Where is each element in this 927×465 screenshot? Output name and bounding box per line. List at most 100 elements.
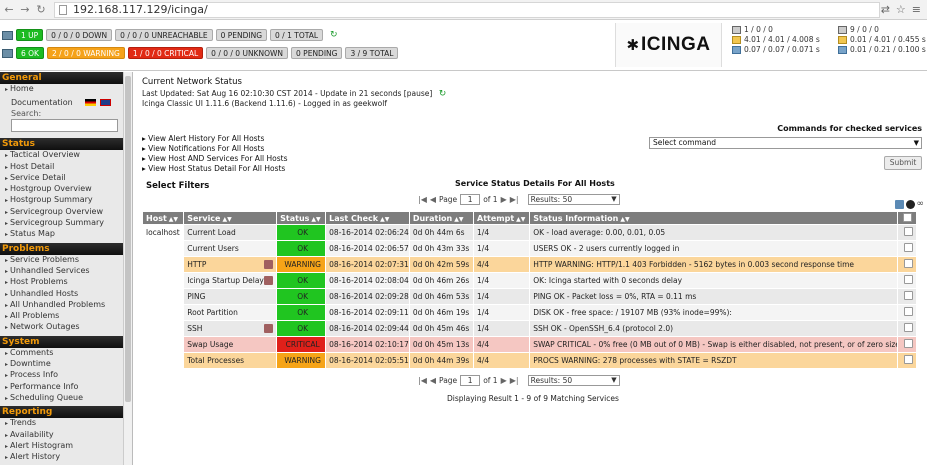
- sidebar-item-unhandled-hosts[interactable]: ▸ Unhandled Hosts: [0, 289, 132, 300]
- sidebar-item-all-problems[interactable]: ▸ All Problems: [0, 311, 132, 322]
- host-cell[interactable]: localhost: [141, 224, 185, 241]
- link-notifications[interactable]: ▸ View Notifications For All Hosts: [142, 144, 287, 154]
- service-pill-0-0-0-unknown[interactable]: 0 / 0 / 0 UNKNOWN: [206, 47, 289, 59]
- documentation-label[interactable]: Documentation: [11, 98, 73, 107]
- refresh-icon[interactable]: ↻: [439, 89, 447, 99]
- reload-icon[interactable]: ↻: [34, 3, 48, 16]
- service-cell[interactable]: Swap Usage: [183, 336, 278, 353]
- checkbox-icon[interactable]: [904, 355, 914, 364]
- row-checkbox-cell[interactable]: [897, 224, 917, 241]
- column-header-last-check[interactable]: Last Check ▲▼: [325, 211, 410, 225]
- results-select[interactable]: Results: 50 ▼: [527, 194, 620, 205]
- service-cell[interactable]: Total Processes: [183, 352, 278, 369]
- sidebar-item-scheduling-queue[interactable]: ▸ Scheduling Queue: [0, 393, 132, 404]
- english-flag-icon[interactable]: [99, 98, 111, 106]
- sidebar-item-trends[interactable]: ▸ Trends: [0, 418, 132, 429]
- command-select[interactable]: Select command ▼: [649, 137, 922, 149]
- link-alert-history[interactable]: ▸ View Alert History For All Hosts: [142, 134, 287, 144]
- service-name[interactable]: Current Load: [187, 228, 236, 237]
- checkbox-icon[interactable]: [904, 291, 914, 300]
- service-name[interactable]: HTTP: [187, 260, 206, 269]
- row-checkbox-cell[interactable]: [897, 288, 917, 305]
- service-cell[interactable]: Current Users: [183, 240, 278, 257]
- service-name[interactable]: SSH: [187, 324, 202, 333]
- checkbox-icon[interactable]: [904, 307, 914, 316]
- next-page-icon[interactable]: ▶: [501, 376, 507, 385]
- column-header-status-information[interactable]: Status Information ▲▼: [529, 211, 899, 225]
- sidebar-item-home[interactable]: ▸ Home: [0, 84, 132, 95]
- sidebar-item-unhandled-services[interactable]: ▸ Unhandled Services: [0, 266, 132, 277]
- service-pill-3-9-total[interactable]: 3 / 9 TOTAL: [345, 47, 399, 59]
- last-page-icon[interactable]: ▶|: [510, 376, 519, 385]
- service-name[interactable]: Total Processes: [187, 356, 244, 365]
- scrollbar-thumb[interactable]: [125, 76, 131, 402]
- service-cell[interactable]: HTTP: [183, 256, 278, 273]
- host-pill-0-0-0-down[interactable]: 0 / 0 / 0 DOWN: [46, 29, 113, 41]
- column-header-host[interactable]: Host ▲▼: [141, 211, 185, 225]
- sidebar-item-service-detail[interactable]: ▸ Service Detail: [0, 173, 132, 184]
- sidebar-item-downtime[interactable]: ▸ Downtime: [0, 359, 132, 370]
- select-filters-link[interactable]: Select Filters: [146, 181, 209, 191]
- page-input[interactable]: 1: [460, 194, 481, 205]
- row-checkbox-cell[interactable]: [897, 256, 917, 273]
- service-pill-6-ok[interactable]: 6 OK: [16, 47, 44, 59]
- link-host-and-services[interactable]: ▸ View Host AND Services For All Hosts: [142, 154, 287, 164]
- host-pill-0-0-0-unreachable[interactable]: 0 / 0 / 0 UNREACHABLE: [115, 29, 213, 41]
- next-page-icon[interactable]: ▶: [501, 195, 507, 204]
- service-cell[interactable]: Root Partition: [183, 304, 278, 321]
- export-icon[interactable]: [894, 199, 904, 209]
- checkbox-icon[interactable]: [904, 275, 914, 284]
- checkbox-icon[interactable]: [902, 212, 912, 222]
- column-header-status[interactable]: Status ▲▼: [276, 211, 327, 225]
- sidebar-item-host-problems[interactable]: ▸ Host Problems: [0, 277, 132, 288]
- service-name[interactable]: Swap Usage: [187, 340, 233, 349]
- row-checkbox-cell[interactable]: [897, 336, 917, 353]
- select-all-checkbox[interactable]: [897, 211, 917, 225]
- row-checkbox-cell[interactable]: [897, 240, 917, 257]
- icinga-logo[interactable]: ✱ icinga: [615, 23, 722, 67]
- service-name[interactable]: PING: [187, 292, 205, 301]
- column-header-attempt[interactable]: Attempt ▲▼: [473, 211, 531, 225]
- checkbox-icon[interactable]: [904, 323, 914, 332]
- sidebar-item-comments[interactable]: ▸ Comments: [0, 348, 132, 359]
- settings-icon[interactable]: [905, 199, 915, 209]
- sidebar-item-alert-histogram[interactable]: ▸ Alert Histogram: [0, 441, 132, 452]
- sort-arrows-icon[interactable]: ▲▼: [311, 216, 320, 223]
- row-checkbox-cell[interactable]: [897, 272, 917, 289]
- service-name[interactable]: Icinga Startup Delay: [187, 276, 264, 285]
- search-input[interactable]: [11, 119, 118, 133]
- service-cell[interactable]: SSH: [183, 320, 278, 337]
- sidebar-item-servicegroup-overview[interactable]: ▸ Servicegroup Overview: [0, 207, 132, 218]
- service-pill-2-0-0-warning[interactable]: 2 / 0 / 0 WARNING: [46, 47, 125, 59]
- service-pill-1-0-0-critical[interactable]: 1 / 0 / 0 CRITICAL: [127, 47, 204, 59]
- page-input[interactable]: 1: [460, 375, 481, 386]
- checkbox-icon[interactable]: [904, 243, 914, 252]
- sidebar-item-servicegroup-summary[interactable]: ▸ Servicegroup Summary: [0, 218, 132, 229]
- star-icon[interactable]: ☆: [896, 3, 906, 16]
- link-icon[interactable]: ∞: [917, 199, 925, 209]
- sort-arrows-icon[interactable]: ▲▼: [620, 216, 629, 223]
- sort-arrows-icon[interactable]: ▲▼: [222, 216, 231, 223]
- checkbox-icon[interactable]: [904, 259, 914, 268]
- sidebar-item-tactical-overview[interactable]: ▸ Tactical Overview: [0, 150, 132, 161]
- submit-button[interactable]: Submit: [884, 156, 922, 170]
- german-flag-icon[interactable]: [84, 98, 96, 106]
- sort-arrows-icon[interactable]: ▲▼: [454, 216, 463, 223]
- sidebar-item-hostgroup-overview[interactable]: ▸ Hostgroup Overview: [0, 184, 132, 195]
- translate-icon[interactable]: ⇄: [881, 3, 890, 16]
- checkbox-icon[interactable]: [904, 339, 914, 348]
- service-name[interactable]: Current Users: [187, 244, 239, 253]
- host-pill-0-1-total[interactable]: 0 / 1 TOTAL: [270, 29, 324, 41]
- sidebar-item-host-detail[interactable]: ▸ Host Detail: [0, 162, 132, 173]
- row-checkbox-cell[interactable]: [897, 304, 917, 321]
- sidebar-item-service-problems[interactable]: ▸ Service Problems: [0, 255, 132, 266]
- back-icon[interactable]: ←: [2, 3, 16, 16]
- sort-arrows-icon[interactable]: ▲▼: [380, 216, 389, 223]
- checkbox-icon[interactable]: [904, 227, 914, 236]
- service-cell[interactable]: PING: [183, 288, 278, 305]
- service-name[interactable]: Root Partition: [187, 308, 238, 317]
- forward-icon[interactable]: →: [18, 3, 32, 16]
- first-page-icon[interactable]: |◀: [418, 195, 427, 204]
- sidebar-item-alert-history[interactable]: ▸ Alert History: [0, 452, 132, 463]
- sidebar-item-network-outages[interactable]: ▸ Network Outages: [0, 322, 132, 333]
